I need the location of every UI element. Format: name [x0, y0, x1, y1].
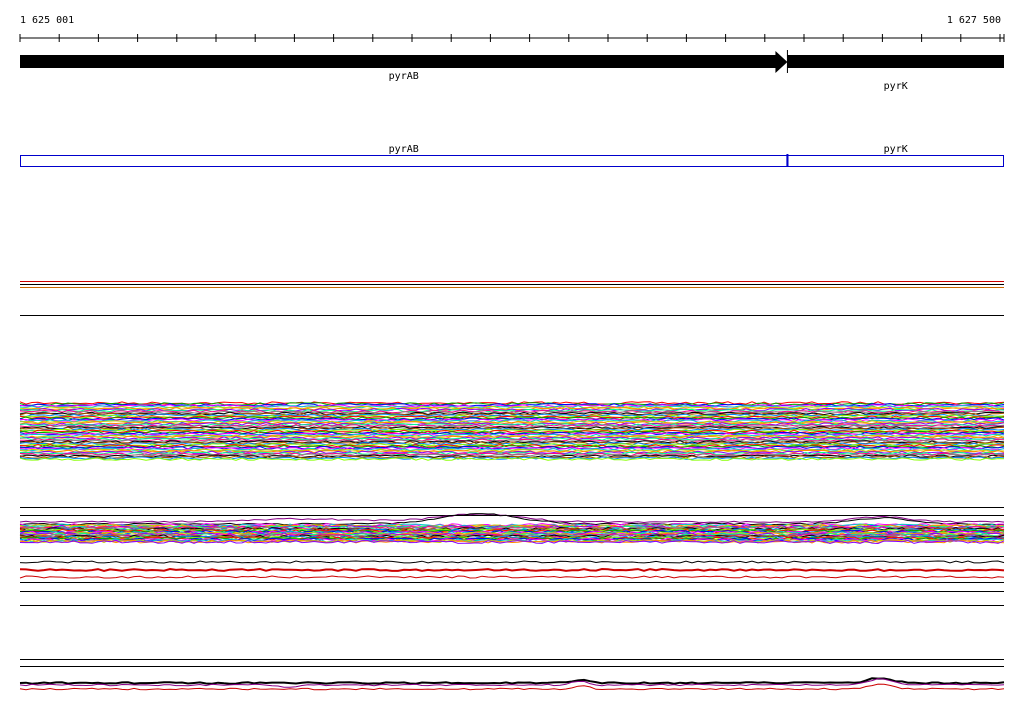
gene-track: pyrAB pyrK [20, 50, 1004, 92]
annotation-track: pyrAB pyrK [20, 144, 1004, 167]
ruler-end-label: 1 627 500 [947, 15, 1001, 26]
annotation-label: pyrK [884, 144, 908, 155]
position-ruler: 1 625 001 1 627 500 [19, 15, 1005, 42]
signal-line [19, 560, 1005, 564]
gene-label: pyrK [884, 81, 908, 92]
genome-browser-view[interactable]: 1 625 001 1 627 500 pyrAB pyrK pyrAB pyrK [0, 0, 1024, 714]
signal-line [19, 567, 1005, 573]
annotation-box-pyrK [787, 155, 1004, 167]
signal-tracks [19, 281, 1005, 691]
signal-line [19, 575, 1005, 579]
ruler-start-label: 1 625 001 [20, 15, 74, 26]
annotation-label: pyrAB [389, 144, 419, 155]
gene-arrow-pyrAB [20, 51, 788, 73]
gene-arrow-pyrK [787, 55, 1004, 68]
annotation-box-pyrAB [20, 155, 788, 167]
gene-label: pyrAB [389, 71, 419, 82]
signal-line [19, 677, 1005, 685]
